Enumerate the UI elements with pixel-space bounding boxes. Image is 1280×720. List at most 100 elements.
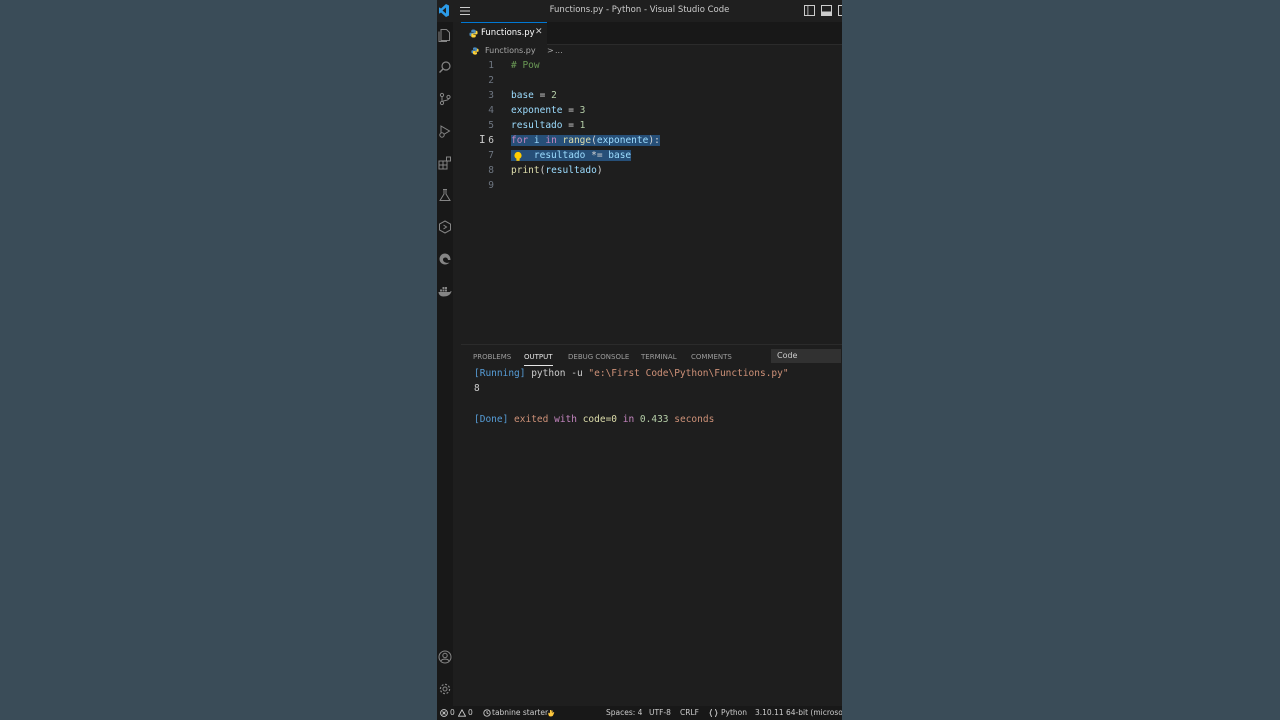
code-line: 4 exponente = 3 xyxy=(461,103,842,118)
output-channel-select[interactable]: Code xyxy=(771,349,841,363)
title-bar: Functions.py - Python - Visual Studio Co… xyxy=(437,0,842,22)
python-interpreter[interactable]: 3.10.11 64-bit (microsoft xyxy=(755,708,842,717)
warning-count[interactable]: 0 xyxy=(468,708,473,717)
close-tab-icon[interactable]: ✕ xyxy=(535,27,543,37)
tabnine-status[interactable]: tabnine starter xyxy=(492,708,548,717)
output-line: [Done] exited with code=0 in 0.433 secon… xyxy=(474,414,714,425)
status-bar: 0 0 tabnine starter Spaces: 4 UTF-8 CRLF… xyxy=(437,706,842,720)
code-token: exponente xyxy=(596,135,649,146)
bottom-panel: PROBLEMS OUTPUT DEBUG CONSOLE TERMINAL C… xyxy=(461,344,842,707)
tab-output[interactable]: OUTPUT xyxy=(524,353,553,366)
code-line: 1 # Pow xyxy=(461,58,842,73)
toggle-panel-icon[interactable] xyxy=(821,5,832,16)
selected-code[interactable]: resultado *= base xyxy=(511,150,632,161)
code-token: resultado xyxy=(545,165,597,176)
language-mode[interactable]: Python xyxy=(721,708,747,717)
output-token: python -u xyxy=(525,368,589,379)
code-text: exponente = 3 xyxy=(511,105,585,116)
code-line: 5 resultado = 1 xyxy=(461,118,842,133)
code-token: ): xyxy=(648,135,660,146)
output-token: seconds xyxy=(674,414,715,425)
line-number: 5 xyxy=(488,120,494,131)
lightbulb-icon[interactable] xyxy=(513,151,523,162)
breadcrumb-file[interactable]: Functions.py xyxy=(485,46,536,55)
tab-functions-py[interactable]: Functions.py ✕ xyxy=(461,22,547,44)
error-count[interactable]: 0 xyxy=(450,708,455,717)
indentation-status[interactable]: Spaces: 4 xyxy=(606,708,642,717)
code-token: ) xyxy=(596,165,603,176)
code-token: 3 xyxy=(579,105,586,116)
remote-explorer-icon[interactable] xyxy=(438,220,452,234)
code-token: base xyxy=(608,150,632,161)
code-token: = xyxy=(562,105,580,116)
hand-emoji-icon xyxy=(548,710,555,717)
code-text: base = 2 xyxy=(511,90,557,101)
settings-gear-icon[interactable] xyxy=(438,682,452,696)
search-icon[interactable] xyxy=(438,60,452,74)
line-number: 1 xyxy=(488,60,494,71)
source-control-icon[interactable] xyxy=(438,92,452,106)
code-text: # Pow xyxy=(511,60,540,71)
run-debug-icon[interactable] xyxy=(438,124,452,138)
code-line: 9 xyxy=(461,178,842,193)
code-token: i xyxy=(528,135,546,146)
output-line: [Running] python -u "e:\First Code\Pytho… xyxy=(474,368,789,379)
tab-strip xyxy=(547,22,842,45)
line-number: 8 xyxy=(488,165,494,176)
vscode-window: Functions.py - Python - Visual Studio Co… xyxy=(437,0,842,720)
toggle-sidebar-icon[interactable] xyxy=(804,5,815,16)
output-token: code=0 xyxy=(576,414,623,425)
error-icon[interactable] xyxy=(440,709,448,717)
code-token: in xyxy=(545,135,557,146)
python-file-icon xyxy=(471,47,479,55)
tab-label: Functions.py xyxy=(481,28,535,38)
code-token: exponente xyxy=(511,105,563,116)
activity-bar xyxy=(437,22,453,706)
tabnine-icon[interactable] xyxy=(483,709,491,717)
line-number: 9 xyxy=(488,180,494,191)
breadcrumb-more[interactable]: ... xyxy=(555,46,563,55)
code-token: 1 xyxy=(579,120,586,131)
code-token: *= xyxy=(585,150,609,161)
code-line: 2 xyxy=(461,73,842,88)
line-number: 3 xyxy=(488,90,494,101)
code-token: = xyxy=(533,90,552,101)
extensions-icon[interactable] xyxy=(438,156,452,170)
output-token: with xyxy=(554,414,577,425)
braces-icon xyxy=(709,709,718,717)
code-token: range xyxy=(556,135,592,146)
explorer-icon[interactable] xyxy=(438,28,452,42)
warning-icon[interactable] xyxy=(458,709,466,717)
code-token: resultado xyxy=(511,120,563,131)
encoding-status[interactable]: UTF-8 xyxy=(649,708,671,717)
code-token: base xyxy=(511,90,534,101)
python-file-icon xyxy=(469,29,478,38)
output-token: exited xyxy=(508,414,555,425)
tab-debug-console[interactable]: DEBUG CONSOLE xyxy=(568,353,629,361)
line-number: 6 xyxy=(488,135,494,146)
code-line: 8 print(resultado) xyxy=(461,163,842,178)
code-token: 2 xyxy=(551,90,557,101)
edge-devtools-icon[interactable] xyxy=(438,252,452,266)
breadcrumb-separator: > xyxy=(547,46,554,55)
editor-area: Functions.py ✕ Functions.py > ... 1 # Po… xyxy=(461,22,842,340)
tab-problems[interactable]: PROBLEMS xyxy=(473,353,511,361)
code-text: resultado = 1 xyxy=(511,120,585,131)
code-token: = xyxy=(562,120,580,131)
line-number: 2 xyxy=(488,75,494,86)
output-line: 8 xyxy=(474,383,480,394)
code-text: print(resultado) xyxy=(511,165,603,176)
code-line: 7 resultado *= base xyxy=(461,148,842,163)
eol-status[interactable]: CRLF xyxy=(680,708,699,717)
line-number: 7 xyxy=(488,150,494,161)
selected-code[interactable]: for i in range(exponente): xyxy=(511,135,660,146)
output-token: [Running] xyxy=(474,368,526,379)
code-token: for xyxy=(511,135,529,146)
docker-icon[interactable] xyxy=(438,284,452,298)
toggle-secondary-sidebar-icon[interactable] xyxy=(838,5,842,16)
accounts-icon[interactable] xyxy=(438,650,452,664)
output-token: "e:\First Code\Python\Functions.py" xyxy=(588,368,789,379)
testing-icon[interactable] xyxy=(438,188,452,202)
tab-comments[interactable]: COMMENTS xyxy=(691,353,732,361)
tab-terminal[interactable]: TERMINAL xyxy=(641,353,677,361)
